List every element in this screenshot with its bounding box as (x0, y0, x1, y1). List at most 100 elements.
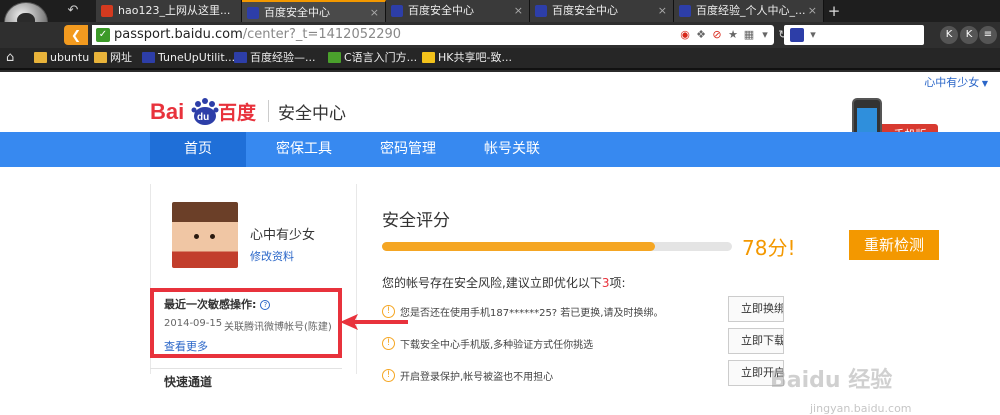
browser-chrome: ↶ hao123_上网从这里... 百度安全中心 × 百度安全中心 × 百度安全… (0, 0, 1000, 72)
rebind-phone-button[interactable]: 立即换绑 (728, 296, 784, 322)
baidu-paw-icon[interactable] (790, 28, 804, 42)
close-icon[interactable]: × (370, 2, 379, 22)
navigation-bar: ❮ ✓ passport.baidu.com/center?_t=1412052… (0, 22, 1000, 48)
bookmark-label: 百度经验—... (250, 51, 316, 64)
chevron-down-icon[interactable]: ▾ (806, 28, 820, 42)
new-tab-button[interactable]: + (826, 0, 842, 22)
tab-strip: ↶ hao123_上网从这里... 百度安全中心 × 百度安全中心 × 百度安全… (0, 0, 1000, 42)
tab-title: 百度安全中心 (552, 4, 618, 17)
address-bar[interactable]: ✓ passport.baidu.com/center?_t=141205229… (92, 25, 774, 45)
bookmark-c-language[interactable]: C语言入门方... (326, 48, 417, 68)
logo-subtitle: 安全中心 (278, 104, 346, 124)
yellow-site-icon (422, 52, 435, 63)
tab-baidu-security-3[interactable]: 百度安全中心 × (530, 0, 674, 22)
user-menu-link[interactable]: 心中有少女 ▼ (924, 74, 988, 90)
tab-title: 百度安全中心 (408, 4, 474, 17)
baidu-logo[interactable]: Bai du 百度 (150, 96, 260, 126)
avatar-eye (194, 234, 199, 239)
tab-baidu-security-active[interactable]: 百度安全中心 × (242, 0, 386, 22)
baidu-paw-icon (679, 5, 691, 17)
close-icon[interactable]: × (514, 0, 523, 22)
nav-security-tools[interactable]: 密保工具 (256, 132, 352, 167)
svg-text:Bai: Bai (150, 99, 184, 124)
close-icon[interactable]: × (658, 0, 667, 22)
url-host: passport.baidu.com (114, 27, 243, 42)
bookmark-wangzhi[interactable]: 网址 (92, 48, 132, 68)
bookmark-label: HK共享吧-致... (438, 51, 512, 64)
recent-activity-action: 关联腾讯微博帐号(陈建) (224, 322, 332, 333)
nav-home[interactable]: 首页 (150, 132, 246, 167)
qr-code-icon[interactable]: ▦ (742, 28, 756, 42)
baidu-paw-icon (247, 7, 259, 19)
risk-item: ! 下载安全中心手机版,多种验证方式任你挑选 立即下载 (382, 328, 942, 354)
risk-item-text: 您是否还在使用手机187******25? 若已更换,请及时换绑。 (400, 308, 664, 319)
edit-profile-link[interactable]: 修改资料 (250, 248, 294, 264)
extension-k-button[interactable]: K (940, 26, 958, 44)
risk-item: ! 您是否还在使用手机187******25? 若已更换,请及时换绑。 立即换绑 (382, 296, 942, 322)
evernote-icon[interactable]: ❖ (694, 28, 708, 42)
bookmark-label: C语言入门方... (344, 51, 418, 64)
security-score-title: 安全评分 (382, 211, 450, 231)
profile-sidebar: 心中有少女 修改资料 最近一次敏感操作:? 2014-09-15 关联腾讯微博帐… (150, 182, 342, 389)
baidu-paw-icon (142, 52, 155, 63)
tab-baidu-jingyan[interactable]: 百度经验_个人中心_... × (674, 0, 824, 22)
baidu-paw-icon (535, 5, 547, 17)
recent-activity-date: 2014-09-15 (164, 318, 223, 329)
tab-baidu-security-2[interactable]: 百度安全中心 × (386, 0, 530, 22)
tab-title: 百度经验_个人中心_... (696, 4, 806, 17)
recheck-button[interactable]: 重新检测 (849, 230, 939, 260)
divider (356, 184, 357, 374)
main-nav: 首页 密保工具 密码管理 帐号关联 (0, 132, 1000, 167)
page-content: 心中有少女 ▼ Bai du 百度 安全中心 手机版 首页 密保工具 密码管理 … (0, 72, 1000, 415)
record-icon[interactable]: ◉ (678, 28, 692, 42)
bookmark-tuneup[interactable]: TuneUpUtilit... (140, 48, 235, 68)
svg-text:du: du (197, 112, 209, 123)
menu-icon[interactable]: ≡ (979, 26, 997, 44)
search-input[interactable]: ▾ (784, 25, 924, 45)
quick-links-section: 快速通道 (150, 368, 342, 389)
bookmarks-bar: ⌂ ubuntu 网址 TuneUpUtilit... 百度经验—... C语言… (0, 48, 1000, 70)
risk-item-text: 开启登录保护,帐号被盗也不用担心 (400, 372, 554, 383)
home-icon[interactable]: ⌂ (6, 51, 20, 65)
security-score-value: 78分! (742, 236, 796, 260)
close-icon[interactable]: × (808, 0, 817, 22)
risk-summary: 您的帐号存在安全风险,建议立即优化以下3项: (382, 274, 626, 291)
help-icon[interactable]: ? (260, 300, 271, 310)
warning-icon: ! (382, 369, 395, 382)
baidu-paw-icon (234, 52, 247, 63)
recent-activity-title: 最近一次敏感操作:? (164, 296, 271, 312)
hao123-icon (101, 5, 113, 17)
bookmark-hk-share[interactable]: HK共享吧-致... (420, 48, 512, 68)
tab-title: hao123_上网从这里... (118, 4, 231, 17)
download-app-button[interactable]: 立即下载 (728, 328, 784, 354)
folder-icon (94, 52, 107, 63)
dropdown-icon[interactable]: ▾ (758, 28, 772, 42)
watermark: Baidu 经验 (770, 368, 893, 393)
bookmark-baidu-jingyan[interactable]: 百度经验—... (232, 48, 316, 68)
undo-close-tab-icon[interactable]: ↶ (62, 3, 84, 19)
avatar-eye (210, 234, 215, 239)
block-icon[interactable]: ⊘ (710, 28, 724, 42)
risk-summary-prefix: 您的帐号存在安全风险,建议立即优化以下 (382, 276, 602, 290)
nav-password-management[interactable]: 密码管理 (360, 132, 456, 167)
favorite-star-icon[interactable]: ★ (726, 28, 740, 42)
secure-check-icon: ✓ (96, 28, 110, 42)
tab-hao123[interactable]: hao123_上网从这里... (96, 0, 242, 22)
recent-activity-label: 最近一次敏感操作: (164, 298, 257, 311)
nav-account-linking[interactable]: 帐号关联 (464, 132, 560, 167)
watermark-url: jingyan.baidu.com (810, 402, 912, 415)
view-more-link[interactable]: 查看更多 (164, 338, 208, 354)
warning-icon: ! (382, 305, 395, 318)
logo-divider (268, 100, 269, 122)
bookmark-ubuntu[interactable]: ubuntu (32, 48, 89, 68)
username: 心中有少女 (250, 228, 316, 243)
user-menu-label: 心中有少女 (924, 76, 980, 89)
avatar[interactable] (172, 202, 238, 268)
url-path: /center?_t=1412052290 (242, 27, 402, 42)
recent-sensitive-activity: 最近一次敏感操作:? 2014-09-15 关联腾讯微博帐号(陈建) 查看更多 (150, 288, 342, 358)
back-button[interactable]: ❮ (64, 25, 88, 45)
risk-item-text: 下载安全中心手机版,多种验证方式任你挑选 (400, 340, 594, 351)
url-text[interactable]: passport.baidu.com/center?_t=1412052290 (114, 25, 401, 45)
extension-k2-button[interactable]: K (960, 26, 978, 44)
warning-icon: ! (382, 337, 395, 350)
